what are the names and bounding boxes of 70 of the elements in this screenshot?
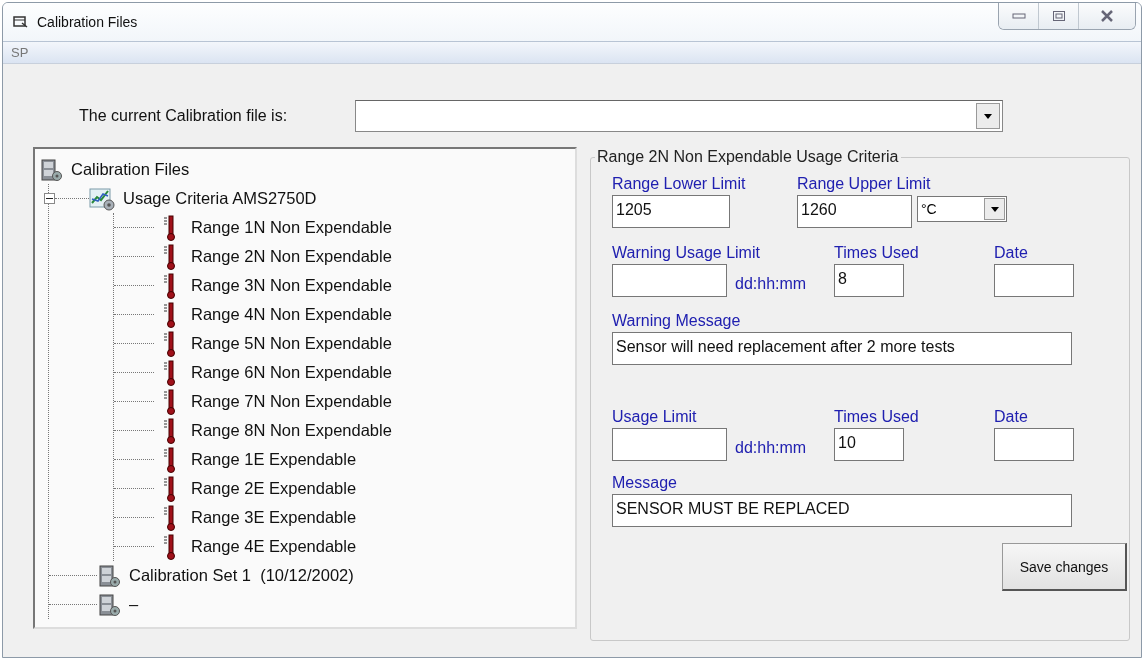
chart-gear-icon: [89, 186, 115, 211]
field-label: The current Calibration file is:: [79, 107, 289, 125]
field-label: Times Used: [834, 243, 920, 263]
tree-item[interactable]: Range 3E Expendable: [191, 508, 357, 527]
input-field[interactable]: 1260: [797, 195, 912, 228]
close-button[interactable]: [1079, 3, 1135, 29]
input-field[interactable]: Sensor will need replacement after 2 more tests: [612, 332, 1072, 365]
tree-item[interactable]: Range 1E Expendable: [191, 450, 357, 469]
minimize-icon: [1011, 12, 1026, 20]
tree-item[interactable]: Range 4E Expendable: [191, 537, 357, 556]
collapse-toggle[interactable]: [44, 193, 55, 204]
caret-icon: [990, 206, 999, 212]
field-label: Date: [994, 407, 1029, 427]
tree-item[interactable]: Range 8N Non Expendable: [191, 421, 392, 440]
input-field[interactable]: SENSOR MUST BE REPLACED: [612, 494, 1072, 527]
input-field[interactable]: [612, 428, 727, 461]
thermometer-icon: [163, 272, 177, 299]
units-label: dd:hh:mm: [735, 439, 807, 457]
thermometer-icon: [163, 359, 177, 386]
thermometer-icon: [163, 243, 177, 270]
thermometer-icon: [163, 504, 177, 531]
input-field[interactable]: [994, 264, 1074, 297]
menu-item[interactable]: SP: [11, 45, 29, 60]
field-label: Times Used: [834, 407, 920, 427]
field-label: Usage Limit: [612, 407, 698, 427]
tree-item[interactable]: Calibration Files: [71, 160, 190, 179]
window-title: Calibration Files: [37, 14, 138, 30]
thermometer-icon: [163, 533, 177, 560]
tree-item[interactable]: –: [129, 595, 139, 614]
thermometer-icon: [163, 301, 177, 328]
unit-dropdown[interactable]: °C: [917, 196, 1007, 222]
input-field[interactable]: 1205: [612, 195, 730, 228]
field-label: Message: [612, 473, 678, 493]
tree-item[interactable]: Range 6N Non Expendable: [191, 363, 392, 382]
save-button[interactable]: Save changes: [1002, 543, 1127, 591]
thermometer-icon: [163, 417, 177, 444]
tree-item[interactable]: Range 4N Non Expendable: [191, 305, 392, 324]
input-field[interactable]: 10: [834, 428, 904, 461]
units-label: dd:hh:mm: [735, 275, 807, 293]
tree-item[interactable]: Calibration Set 1 (10/12/2002): [129, 566, 354, 585]
input-field[interactable]: [994, 428, 1074, 461]
field-label: Range Upper Limit: [797, 174, 932, 194]
tree-item[interactable]: Range 1N Non Expendable: [191, 218, 392, 237]
thermometer-icon: [163, 475, 177, 502]
tree-item[interactable]: Range 2E Expendable: [191, 479, 357, 498]
caret-icon: [984, 113, 992, 119]
file-cabinet-icon: [39, 157, 63, 182]
window-icon: [13, 15, 29, 29]
thermometer-icon: [163, 388, 177, 415]
close-icon: [1099, 10, 1115, 22]
field-label: Warning Message: [612, 311, 742, 331]
thermometer-icon: [163, 330, 177, 357]
tree-item[interactable]: Usage Criteria AMS2750D: [123, 189, 317, 208]
thermometer-icon: [163, 214, 177, 241]
tree-item[interactable]: Range 3N Non Expendable: [191, 276, 392, 295]
tree-item[interactable]: Range 2N Non Expendable: [191, 247, 392, 266]
field-label: Date: [994, 243, 1029, 263]
field-label: Warning Usage Limit: [612, 243, 761, 263]
field-label: Range Lower Limit: [612, 174, 747, 194]
maximize-button[interactable]: [1039, 3, 1079, 29]
input-field[interactable]: [612, 264, 727, 297]
calibration-file-dropdown[interactable]: [355, 100, 1003, 132]
tree-item[interactable]: Range 7N Non Expendable: [191, 392, 392, 411]
file-cabinet-icon: [97, 563, 121, 588]
group-title: Range 2N Non Expendable Usage Criteria: [595, 148, 901, 166]
tree-item[interactable]: Range 5N Non Expendable: [191, 334, 392, 353]
input-field[interactable]: 8: [834, 264, 904, 297]
file-cabinet-icon: [97, 592, 121, 617]
maximize-icon: [1051, 10, 1066, 22]
thermometer-icon: [163, 446, 177, 473]
